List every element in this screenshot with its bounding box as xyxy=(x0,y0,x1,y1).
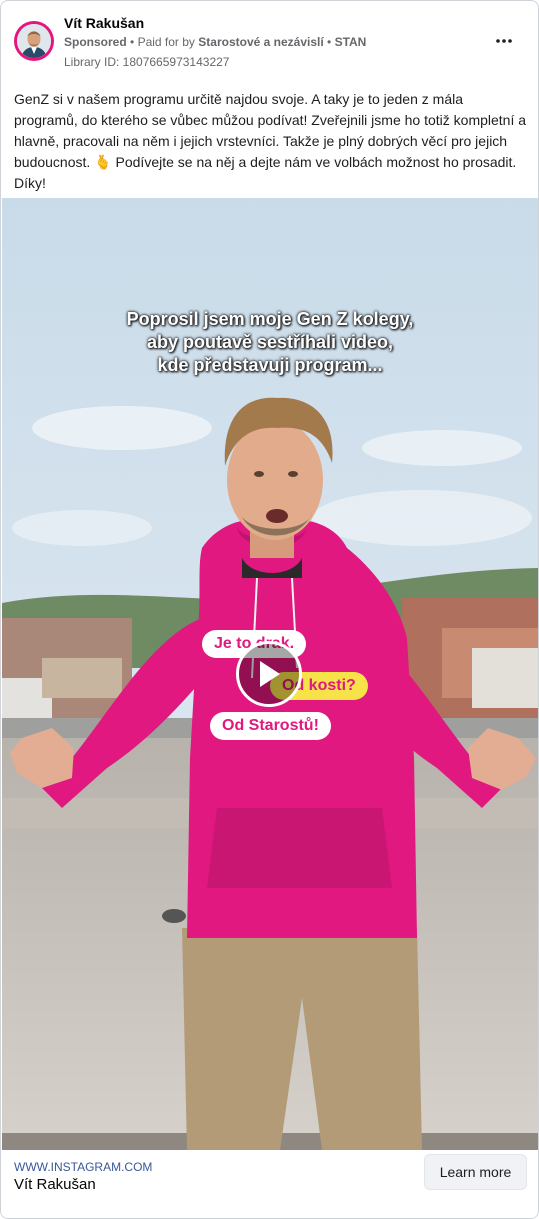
body-emoji: 🫰 xyxy=(94,154,112,170)
body-text-part2: Podívejte se na něj a dejte nám ve volbá… xyxy=(14,154,517,191)
paid-for-entity[interactable]: Starostové a nezávislí xyxy=(198,35,323,49)
more-options-button[interactable] xyxy=(492,29,516,53)
link-title[interactable]: Vít Rakušan xyxy=(14,1176,96,1193)
party-abbrev[interactable]: STAN xyxy=(335,35,367,49)
play-icon xyxy=(260,661,280,687)
ad-link-footer[interactable]: WWW.INSTAGRAM.COM Vít Rakušan Learn more xyxy=(1,1150,538,1218)
caption-line-3: kde představuji program... xyxy=(157,355,383,375)
ad-header: Vít Rakušan Sponsored • Paid for by Star… xyxy=(1,1,538,81)
play-button[interactable] xyxy=(236,641,302,707)
library-id: Library ID: 1807665973143227 xyxy=(64,55,230,69)
sponsored-meta: Sponsored • Paid for by Starostové a nez… xyxy=(64,35,366,49)
avatar-portrait-icon xyxy=(17,24,51,58)
avatar-photo xyxy=(17,24,51,58)
caption-line-2: aby poutavě sestříhali video, xyxy=(146,332,394,352)
advertiser-avatar[interactable] xyxy=(14,21,54,61)
separator-dot: • xyxy=(327,35,335,49)
hoodie-bubble-3: Od Starostů! xyxy=(210,712,331,740)
ad-video[interactable]: Je to drak. Od kosti? Od Starostů! Popro… xyxy=(2,198,538,1150)
advertiser-name[interactable]: Vít Rakušan xyxy=(64,15,144,31)
video-caption: Poprosil jsem moje Gen Z kolegy, aby pou… xyxy=(2,308,538,377)
more-horizontal-icon xyxy=(496,39,512,43)
link-url[interactable]: WWW.INSTAGRAM.COM xyxy=(14,1160,152,1174)
sponsored-label: Sponsored xyxy=(64,35,127,49)
learn-more-button[interactable]: Learn more xyxy=(424,1154,527,1190)
caption-line-1: Poprosil jsem moje Gen Z kolegy, xyxy=(126,309,414,329)
paid-for-prefix: Paid for by xyxy=(137,35,195,49)
ad-card: Vít Rakušan Sponsored • Paid for by Star… xyxy=(0,0,539,1219)
ad-body-text: GenZ si v našem programu určitě najdou s… xyxy=(14,89,529,194)
separator-dot: • xyxy=(130,35,138,49)
